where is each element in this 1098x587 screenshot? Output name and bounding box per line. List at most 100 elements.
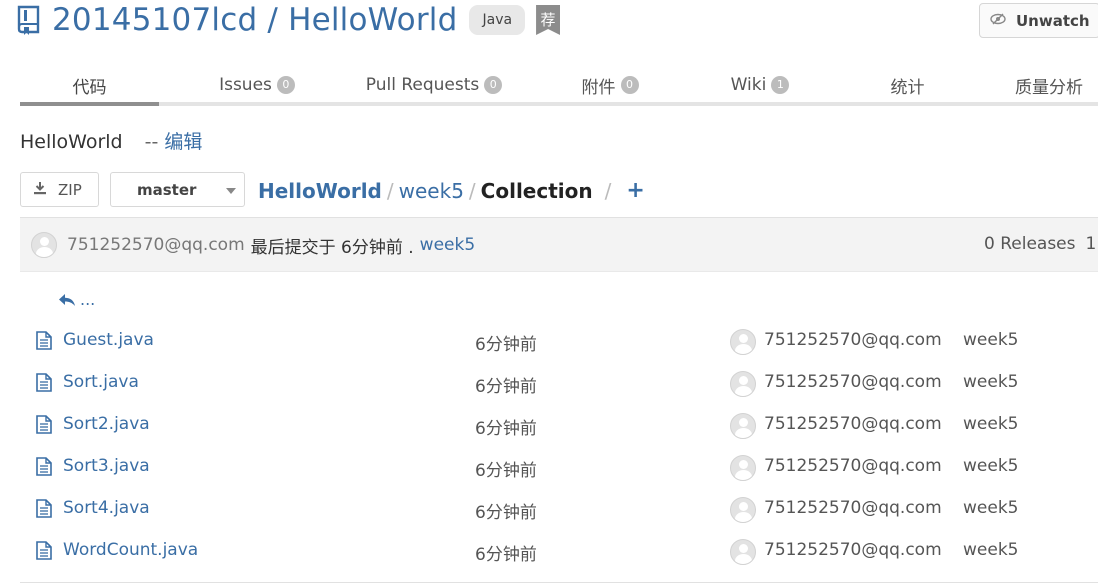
breadcrumb-separator: / [386,178,394,203]
tab-label: Wiki [730,75,767,95]
file-text-icon [36,541,52,560]
attachments-count-badge: 0 [620,76,639,94]
file-commit-author[interactable]: 751252570@qq.com [764,330,942,350]
file-text-icon [36,457,52,476]
download-zip-button[interactable]: ZIP [20,172,99,207]
file-name-link[interactable]: Sort.java [63,372,139,392]
file-name-link[interactable]: Sort2.java [63,414,150,434]
file-commit-message[interactable]: week5 [963,456,1018,476]
file-name-link[interactable]: Guest.java [63,330,154,350]
tab-wiki[interactable]: Wiki 1 [715,68,805,102]
file-commit-time: 6分钟前 [475,377,537,397]
file-row: Sort.java 6分钟前 751252570@qq.com week5 [20,362,1098,404]
file-commit-message[interactable]: week5 [963,498,1018,518]
repo-title-link[interactable]: 20145107lcd / HelloWorld [52,2,457,38]
file-commit-author[interactable]: 751252570@qq.com [764,414,942,434]
file-name-link[interactable]: Sort3.java [63,456,150,476]
tab-label: 代码 [72,77,107,98]
repo-book-icon [17,5,40,35]
parent-directory-link[interactable]: ... [58,290,95,309]
file-name-link[interactable]: WordCount.java [63,540,198,560]
parent-directory-label: ... [80,290,96,309]
file-text-icon [36,373,52,392]
recommend-badge: 荐 [536,5,561,35]
breadcrumb-root-link[interactable]: HelloWorld [258,179,382,203]
reply-arrow-icon [59,293,75,306]
active-tab-indicator [20,102,159,106]
avatar[interactable] [730,413,756,439]
latest-commit-bar: 751252570@qq.com 最后提交于 6分钟前 . week5 0 Re… [20,217,1098,272]
file-commit-message[interactable]: week5 [963,330,1018,350]
breadcrumb-folder-link[interactable]: week5 [399,179,464,203]
file-commit-message[interactable]: week5 [963,540,1018,560]
file-row: WordCount.java 6分钟前 751252570@qq.com week5 [20,530,1098,572]
file-commit-author[interactable]: 751252570@qq.com [764,372,942,392]
file-commit-time: 6分钟前 [475,335,537,355]
file-commit-message[interactable]: week5 [963,414,1018,434]
breadcrumb-separator: / [604,178,612,203]
pull-requests-count-badge: 0 [484,76,503,94]
breadcrumb-current: Collection [480,178,593,203]
commit-author[interactable]: 751252570@qq.com [67,235,245,255]
unwatch-label: Unwatch [1016,11,1090,30]
tab-statistics[interactable]: 统计 [870,68,945,102]
file-row: Sort2.java 6分钟前 751252570@qq.com week5 [20,404,1098,446]
breadcrumb: HelloWorld / week5 / Collection / + [258,178,645,203]
language-badge[interactable]: Java [469,5,526,35]
releases-extra: 1 [1085,234,1097,254]
zip-label: ZIP [58,180,82,199]
avatar[interactable] [730,539,756,565]
avatar[interactable] [31,232,57,258]
avatar[interactable] [730,371,756,397]
tab-issues[interactable]: Issues 0 [192,68,322,102]
branch-select[interactable]: master [110,172,245,207]
file-commit-time: 6分钟前 [475,461,537,481]
branch-name: master [137,180,197,199]
file-commit-message[interactable]: week5 [963,372,1018,392]
file-list: ... Guest.java 6分钟前 751252570@qq.com week5 S… [20,272,1098,583]
download-icon [33,181,47,199]
description-separator: -- [144,131,159,153]
edit-description-link[interactable]: 编辑 [164,131,202,153]
tab-label: 统计 [890,77,925,98]
file-row: Guest.java 6分钟前 751252570@qq.com week5 [20,320,1098,362]
file-text-icon [36,331,52,350]
tab-label: 附件 [581,77,616,98]
avatar[interactable] [730,329,756,355]
tab-label: Pull Requests [365,75,480,95]
file-commit-time: 6分钟前 [475,503,537,523]
tab-pull-requests[interactable]: Pull Requests 0 [350,68,518,102]
file-commit-author[interactable]: 751252570@qq.com [764,498,942,518]
tab-label: Issues [219,75,272,95]
breadcrumb-separator: / [468,178,476,203]
commit-ref-link[interactable]: week5 [420,235,475,255]
file-text-icon [36,499,52,518]
chevron-down-icon [226,188,236,194]
file-row: Sort4.java 6分钟前 751252570@qq.com week5 [20,488,1098,530]
file-commit-author[interactable]: 751252570@qq.com [764,456,942,476]
repo-tabs: 代码 Issues 0 Pull Requests 0 附件 0 Wiki 1 … [20,60,1098,106]
file-commit-time: 6分钟前 [475,419,537,439]
wiki-count-badge: 1 [771,76,790,94]
file-commit-time: 6分钟前 [475,545,537,565]
avatar[interactable] [730,455,756,481]
releases-link[interactable]: 0 Releases 1 [984,234,1096,254]
eye-slash-icon [990,13,1006,29]
tab-attachments[interactable]: 附件 0 [560,68,660,102]
avatar[interactable] [730,497,756,523]
file-text-icon [36,415,52,434]
issues-count-badge: 0 [276,76,295,94]
description-text: HelloWorld [20,131,123,153]
tab-code[interactable]: 代码 [20,68,159,102]
releases-label: 0 Releases [984,234,1076,254]
commit-message: 最后提交于 6分钟前 . [250,237,414,258]
unwatch-button[interactable]: Unwatch [979,3,1098,38]
file-row: Sort3.java 6分钟前 751252570@qq.com week5 [20,446,1098,488]
file-commit-author[interactable]: 751252570@qq.com [764,540,942,560]
tab-quality-analysis[interactable]: 质量分析 [1000,68,1098,102]
file-name-link[interactable]: Sort4.java [63,498,150,518]
add-file-button[interactable]: + [626,178,644,203]
repo-description: HelloWorld -- 编辑 [20,127,202,154]
tab-label: 质量分析 [1015,77,1083,98]
repo-header: 20145107lcd / HelloWorld Java 荐 [16,0,561,40]
